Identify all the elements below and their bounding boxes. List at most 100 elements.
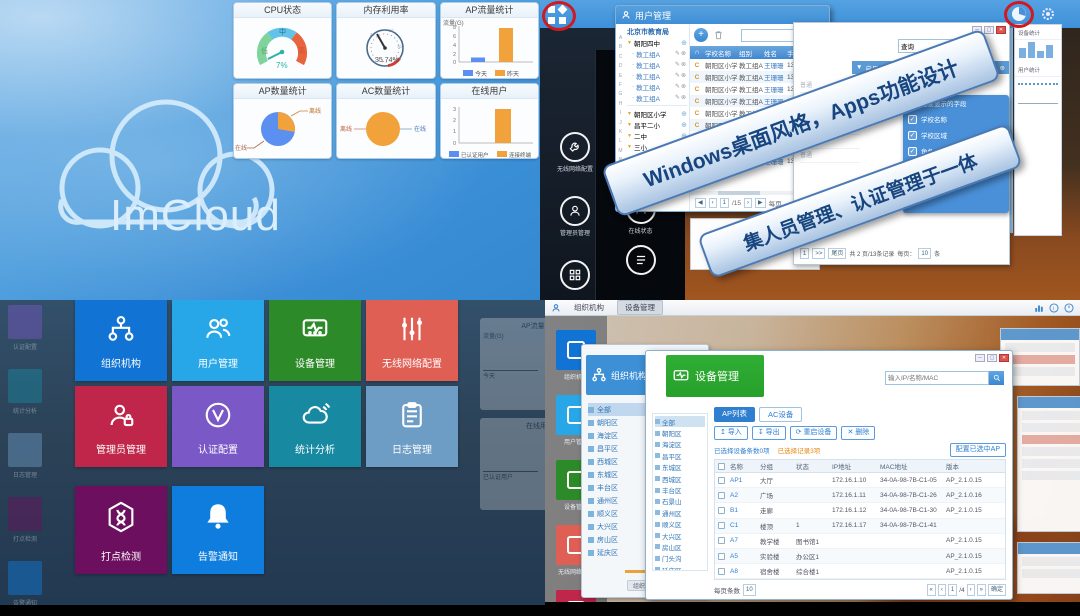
table-row[interactable]: A8 宿舍楼 综合楼1 AP_2.1.0.15 <box>715 564 1005 579</box>
jump-button[interactable]: 确定 <box>988 584 1006 596</box>
table-row[interactable]: AP1 大厅 172.16.1.10 34-0A-98-7B-C1-05 AP_… <box>715 473 1005 488</box>
field-option[interactable]: ✓学校名称 <box>908 111 1004 127</box>
tree-child[interactable]: ·教工组A✎⊗ <box>627 59 687 70</box>
page-input[interactable]: 1 <box>720 198 729 208</box>
minimize-button[interactable]: ─ <box>975 354 985 362</box>
row-checkbox[interactable] <box>718 507 725 514</box>
row-checkbox[interactable] <box>718 568 725 575</box>
edit-delete-icons[interactable]: ✎⊗ <box>675 61 687 68</box>
edit-delete-icons[interactable]: ✎⊗ <box>675 94 687 101</box>
tree-child[interactable]: ·教工组A✎⊗ <box>627 92 687 103</box>
page-input[interactable]: 1 <box>948 584 957 596</box>
tree-item[interactable]: 全部 <box>655 416 705 427</box>
tree-item[interactable]: 海淀区 <box>655 439 705 450</box>
tab-ap-list[interactable]: AP列表 <box>714 407 755 422</box>
row-checkbox[interactable] <box>718 553 725 560</box>
tile-alert[interactable]: 告警通知 <box>172 486 264 574</box>
reboot-button[interactable]: ⟳ 重启设备 <box>790 426 838 440</box>
prev-page-button[interactable]: ‹ <box>938 584 946 596</box>
tree-item[interactable]: 昌平区 <box>655 450 705 461</box>
tile-org[interactable]: 组织机构 <box>75 300 167 381</box>
tree-item[interactable]: 顺义区 <box>655 519 705 530</box>
gear-icon[interactable] <box>1040 6 1056 22</box>
alphabet-letter[interactable]: E <box>616 72 625 81</box>
tile-users[interactable]: 用户管理 <box>172 300 264 381</box>
alphabet-letter[interactable]: M <box>616 147 625 156</box>
tree-root[interactable]: 北京市教育局 <box>627 27 687 37</box>
first-page-button[interactable]: ◀ <box>695 198 706 208</box>
wrench-icon[interactable] <box>560 132 590 162</box>
tree-child[interactable]: ·教工组A✎⊗ <box>627 81 687 92</box>
table-row[interactable]: C1 楼顶 1 172.16.1.17 34-0A-98-7B-C1-41 <box>715 519 1005 534</box>
tree-child[interactable]: ·教工组A✎⊗ <box>627 70 687 81</box>
grid-icon[interactable] <box>560 260 590 290</box>
checkbox-icon[interactable]: ✓ <box>908 131 917 140</box>
tree-item[interactable]: 西城区 <box>655 473 705 484</box>
maximize-button[interactable]: ▢ <box>987 354 997 362</box>
tree-item[interactable]: 石景山 <box>655 496 705 507</box>
tree-item[interactable]: 延庆区 <box>655 564 705 571</box>
row-checkbox[interactable] <box>718 522 725 529</box>
alphabet-letter[interactable]: A <box>616 34 625 43</box>
alphabet-letter[interactable]: G <box>616 90 625 99</box>
maximize-button[interactable]: ▢ <box>984 26 994 34</box>
power-icon[interactable] <box>1064 303 1074 313</box>
trash-icon[interactable] <box>713 29 724 41</box>
row-checkbox[interactable] <box>718 477 725 484</box>
delete-button[interactable]: ✕ 删除 <box>841 426 875 440</box>
tile-log[interactable]: 日志管理 <box>366 386 458 467</box>
taskbar-tab-org[interactable]: 组织机构 <box>567 301 611 314</box>
configure-selected-button[interactable]: 配置已选中AP <box>950 443 1006 457</box>
tile-probe[interactable]: 打点检测 <box>75 486 167 574</box>
alphabet-letter[interactable]: I <box>616 109 625 118</box>
alphabet-letter[interactable]: L <box>616 137 625 146</box>
device-search-input[interactable] <box>885 371 989 385</box>
tree-child[interactable]: ·教工组A✎⊗ <box>627 48 687 59</box>
edit-delete-icons[interactable]: ✎⊗ <box>675 83 687 90</box>
tree-item[interactable]: 东城区 <box>655 462 705 473</box>
checkbox-icon[interactable]: ✓ <box>908 115 917 124</box>
tab-ac-device[interactable]: AC设备 <box>759 407 802 422</box>
taskbar-tab-device[interactable]: 设备管理 <box>617 300 663 315</box>
next-page-button[interactable]: › <box>967 584 975 596</box>
add-user-button[interactable]: + <box>694 28 708 42</box>
tree-item[interactable]: 大兴区 <box>655 530 705 541</box>
alphabet-letter[interactable]: H <box>616 100 625 109</box>
close-button[interactable]: ✕ <box>996 26 1006 34</box>
checkbox-icon[interactable]: ✓ <box>908 147 917 156</box>
tree-item[interactable]: 丰台区 <box>655 484 705 495</box>
tree-node[interactable]: ▼朝阳四中⊕ <box>627 37 687 48</box>
tree-group[interactable]: ▼昌平二小⊕ <box>627 119 687 130</box>
tree-item[interactable]: 通州区 <box>655 507 705 518</box>
last-page-button[interactable]: » <box>977 584 986 596</box>
tile-admin[interactable]: 管理员管理 <box>75 386 167 467</box>
next-pages-button[interactable]: >> <box>812 248 825 259</box>
page-number-box[interactable]: 1 <box>800 248 809 259</box>
table-row[interactable]: A5 实验楼 办公区1 AP_2.1.0.15 <box>715 549 1005 564</box>
alphabet-letter[interactable]: B <box>616 43 625 52</box>
last-page-button[interactable]: ▶ <box>755 198 766 208</box>
info-icon[interactable]: i <box>1049 303 1059 313</box>
alphabet-letter[interactable]: F <box>616 81 625 90</box>
alphabet-letter[interactable]: K <box>616 128 625 137</box>
tree-item[interactable]: 朝阳区 <box>655 427 705 438</box>
device-search-button[interactable] <box>989 371 1004 385</box>
row-checkbox[interactable] <box>718 537 725 544</box>
prev-page-button[interactable]: ‹ <box>709 198 717 208</box>
last-page-button[interactable]: 尾页 <box>828 248 846 259</box>
add-icon[interactable]: ⊕ <box>681 39 687 47</box>
alphabet-letter[interactable]: J <box>616 119 625 128</box>
tile-wireless[interactable]: 无线网络配置 <box>366 300 458 381</box>
table-row[interactable]: A7 教学楼 图书馆1 AP_2.1.0.15 <box>715 534 1005 549</box>
export-button[interactable]: ↧ 导出 <box>752 426 786 440</box>
alphabet-letter[interactable]: C <box>616 53 625 62</box>
add-icon[interactable]: ⊕ <box>681 110 687 118</box>
list-icon[interactable] <box>626 245 656 275</box>
add-icon[interactable]: ⊕ <box>681 121 687 129</box>
next-page-button[interactable]: › <box>744 198 752 208</box>
alphabet-letter[interactable]: D <box>616 62 625 71</box>
vertical-scrollbar[interactable] <box>1010 28 1013 233</box>
select-all-checkbox[interactable] <box>718 463 725 470</box>
chart-icon[interactable] <box>1034 303 1044 313</box>
import-button[interactable]: ↥ 导入 <box>714 426 748 440</box>
